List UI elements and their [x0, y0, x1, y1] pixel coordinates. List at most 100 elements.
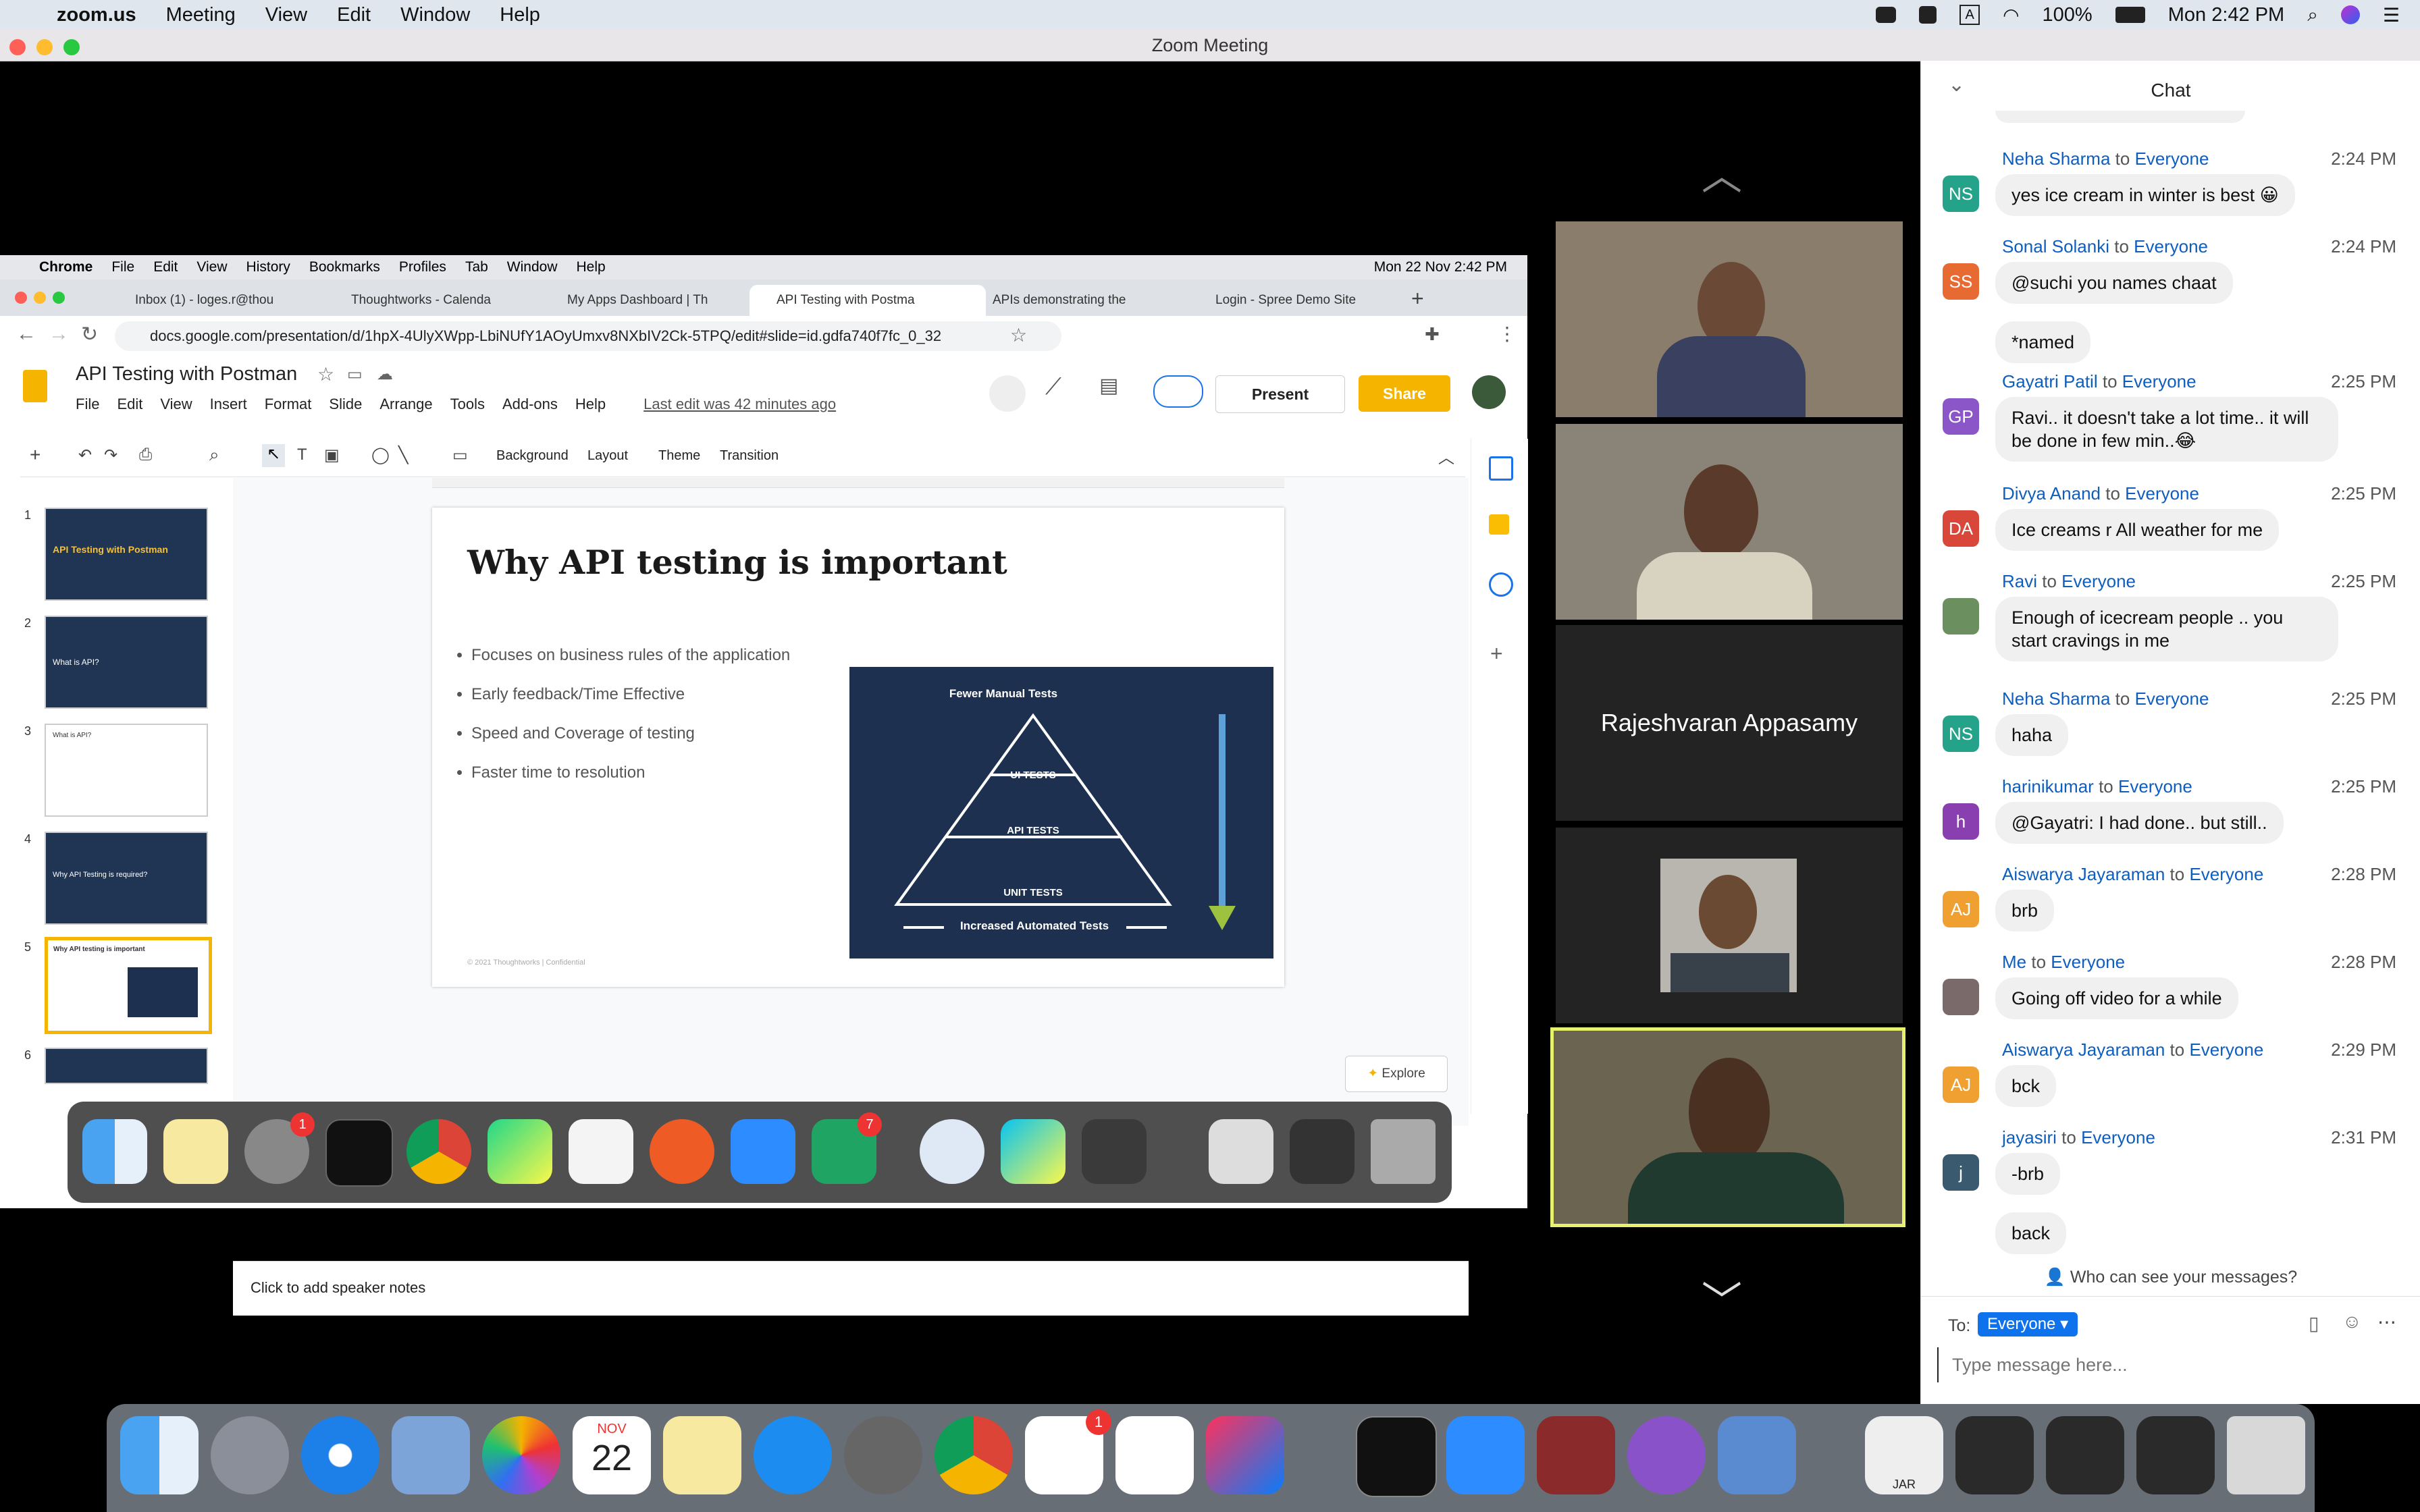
slide-thumb-6[interactable] — [45, 1048, 208, 1084]
window-preview-icon[interactable] — [2136, 1416, 2215, 1494]
activity-icon[interactable]: ⟋ — [1045, 374, 1061, 400]
jar-launcher-icon[interactable]: JAR — [1865, 1416, 1943, 1494]
recipient-dropdown[interactable]: Everyone ▾ — [1978, 1312, 2078, 1336]
close-window-button[interactable] — [9, 39, 26, 55]
window-preview-icon[interactable] — [1955, 1416, 2034, 1494]
spotlight-icon[interactable]: ⌕ — [2307, 4, 2318, 26]
comment-add-icon[interactable]: ▭ — [452, 446, 468, 465]
forward-icon[interactable]: → — [49, 323, 69, 346]
message-bubble[interactable]: -brb — [1995, 1153, 2061, 1195]
emoji-icon[interactable]: ☺ — [2342, 1311, 2362, 1332]
app-store-icon[interactable] — [754, 1416, 832, 1494]
recipient-name[interactable]: Everyone — [2118, 776, 2192, 796]
chrome-icon[interactable] — [935, 1416, 1013, 1494]
keep-addon-icon[interactable] — [1489, 514, 1509, 535]
s-icon[interactable] — [1919, 6, 1937, 24]
message-bubble[interactable]: bck — [1995, 1065, 2057, 1107]
sender-name[interactable]: Me — [2002, 952, 2026, 972]
slide-thumb-3[interactable]: What is API? — [45, 724, 208, 817]
slide-thumb-1[interactable]: API Testing with Postman — [45, 508, 208, 601]
theme-button[interactable]: Theme — [658, 448, 700, 464]
recipient-name[interactable]: Everyone — [2122, 371, 2197, 392]
clock[interactable]: Mon 2:42 PM — [2168, 4, 2284, 26]
slides-menu-tools[interactable]: Tools — [450, 396, 485, 413]
explore-button[interactable]: ✦ Explore — [1345, 1056, 1448, 1092]
message-bubble[interactable]: Going off video for a while — [1995, 977, 2238, 1019]
background-button[interactable]: Background — [496, 448, 569, 464]
tasks-addon-icon[interactable] — [1489, 572, 1513, 597]
recipient-name[interactable]: Everyone — [2051, 952, 2125, 972]
video-tile-name-only[interactable]: Rajeshvaran Appasamy — [1556, 625, 1903, 821]
slides-menu-format[interactable]: Format — [265, 396, 312, 413]
line-icon[interactable]: ╲ — [398, 446, 408, 465]
sender-name[interactable]: Aiswarya Jayaraman — [2002, 864, 2165, 884]
recipient-name[interactable]: Everyone — [2061, 571, 2136, 591]
message-bubble[interactable]: Ice creams r All weather for me — [1995, 509, 2280, 551]
zoom-status-icon[interactable] — [1876, 7, 1897, 23]
notes-icon[interactable] — [663, 1416, 741, 1494]
dictionary-icon[interactable] — [1537, 1416, 1615, 1494]
add-addon-icon[interactable]: + — [1490, 641, 1503, 666]
wifi-icon[interactable]: ◠ — [2003, 4, 2019, 26]
intellij-icon[interactable] — [1206, 1416, 1284, 1494]
sender-name[interactable]: Ravi — [2002, 571, 2037, 591]
present-button[interactable]: Present — [1215, 375, 1345, 413]
slide-thumb-5[interactable]: Why API testing is important — [45, 937, 212, 1034]
siri-icon[interactable] — [2340, 5, 2360, 24]
chrome-tab-spree[interactable]: Login - Spree Demo Site — [1188, 285, 1418, 316]
doc-title[interactable]: API Testing with Postman — [76, 363, 297, 385]
recipient-name[interactable]: Everyone — [2125, 483, 2199, 504]
slides-menu-addons[interactable]: Add-ons — [502, 396, 558, 413]
reminders-icon[interactable] — [1115, 1416, 1194, 1494]
move-folder-icon[interactable]: ▭ — [347, 364, 363, 384]
scroll-up-icon[interactable]: ︿ — [1702, 143, 1742, 202]
zoom-icon[interactable]: ⌕ — [209, 444, 219, 466]
battery-icon[interactable] — [2115, 7, 2145, 23]
sender-name[interactable]: Gayatri Patil — [2002, 371, 2098, 392]
chrome-tab-okta[interactable]: My Apps Dashboard | Th — [540, 285, 770, 316]
menu-help[interactable]: Help — [500, 4, 540, 26]
sender-name[interactable]: Neha Sharma — [2002, 688, 2110, 709]
sender-name[interactable]: Neha Sharma — [2002, 148, 2110, 169]
cloud-status-icon[interactable]: ☁ — [377, 364, 393, 384]
recipient-name[interactable]: Everyone — [2134, 236, 2208, 256]
video-tile-active-speaker[interactable] — [1550, 1027, 1905, 1227]
image-icon[interactable]: ▣ — [324, 446, 340, 465]
zoom-dock-icon[interactable] — [1446, 1416, 1525, 1494]
slides-menu-view[interactable]: View — [160, 396, 192, 413]
extensions-icon[interactable]: ✚ — [1425, 324, 1440, 345]
chrome-tab-calendar[interactable]: Thoughtworks - Calenda — [324, 285, 554, 316]
scroll-down-icon[interactable]: ﹀ — [1702, 1269, 1742, 1328]
preview-icon[interactable] — [1718, 1416, 1796, 1494]
slide-thumb-2[interactable]: What is API? — [45, 616, 208, 709]
slides-menu-arrange[interactable]: Arrange — [379, 396, 432, 413]
message-bubble[interactable]: Ravi.. it doesn't take a lot time.. it w… — [1995, 397, 2338, 462]
video-tile-participant-1[interactable] — [1556, 221, 1903, 417]
select-tool-icon[interactable]: ↖ — [262, 444, 285, 467]
slides-menu-insert[interactable]: Insert — [210, 396, 247, 413]
recipient-name[interactable]: Everyone — [2189, 864, 2263, 884]
last-edit-link[interactable]: Last edit was 42 minutes ago — [643, 396, 836, 413]
calendar-icon[interactable]: NOV 22 — [573, 1416, 651, 1494]
sender-name[interactable]: jayasiri — [2002, 1127, 2057, 1148]
account-avatar[interactable] — [1472, 375, 1506, 409]
app-menu[interactable]: zoom.us — [57, 4, 136, 26]
message-bubble[interactable]: yes ice cream in winter is best 😀 — [1995, 174, 2295, 216]
video-tile-participant-2[interactable] — [1556, 424, 1903, 620]
video-tile-participant-4[interactable] — [1556, 828, 1903, 1023]
menu-edit[interactable]: Edit — [337, 4, 371, 26]
textbox-icon[interactable]: T — [297, 446, 307, 464]
slides-logo-icon[interactable] — [23, 370, 47, 402]
layout-button[interactable]: Layout — [587, 448, 628, 464]
sender-name[interactable]: Aiswarya Jayaraman — [2002, 1040, 2165, 1060]
new-tab-icon[interactable]: + — [1411, 286, 1424, 311]
sender-name[interactable]: Sonal Solanki — [2002, 236, 2109, 256]
message-bubble[interactable]: *named — [1995, 321, 2091, 363]
recipient-name[interactable]: Everyone — [2135, 148, 2209, 169]
slides-menu-file[interactable]: File — [76, 396, 99, 413]
speaker-notes[interactable]: Click to add speaker notes — [233, 1261, 1469, 1316]
launchpad-icon[interactable] — [211, 1416, 289, 1494]
meet-icon[interactable] — [989, 375, 1026, 412]
sender-name[interactable]: Divya Anand — [2002, 483, 2101, 504]
chrome-tab-apis[interactable]: APIs demonstrating the — [966, 285, 1195, 316]
